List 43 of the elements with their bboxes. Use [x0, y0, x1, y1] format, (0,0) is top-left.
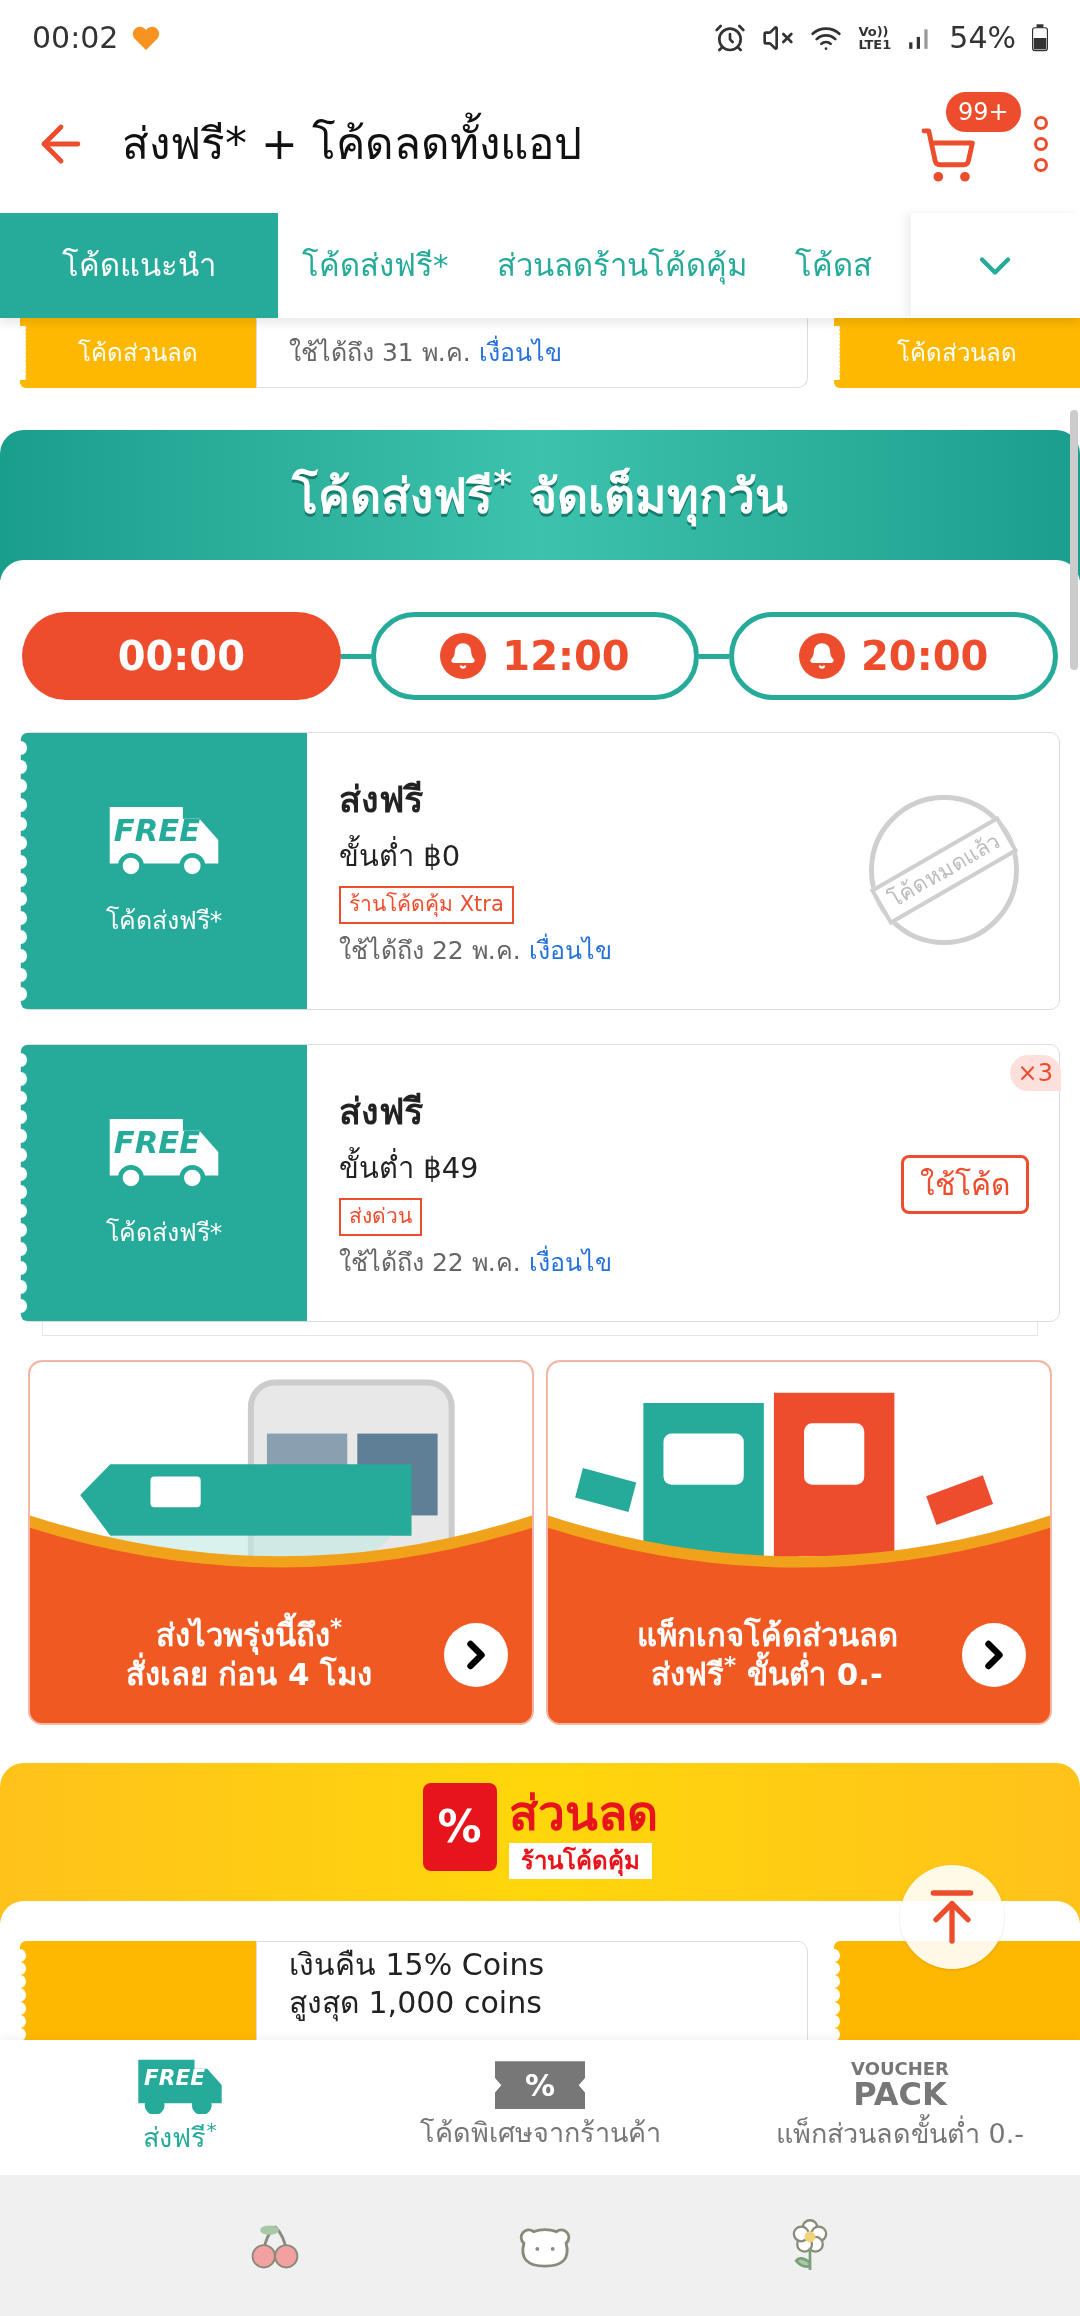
lte-label: LTE1 — [858, 37, 892, 51]
voucher-subtitle: สูงสุด 1,000 coins — [289, 1983, 543, 2021]
valid-until: ใช้ได้ถึง 22 พ.ค. — [339, 1246, 521, 1279]
promo-card[interactable]: แพ็กเกจโค้ดส่วนลด ส่งฟรี$^{*}$ ขั้นต่ำ 0.- — [546, 1360, 1052, 1725]
voucher-title: เงินคืน 15% Coins — [289, 1946, 546, 1984]
banner-subtitle: ร้านโค้ดคุ้ม — [508, 1843, 652, 1879]
cart-badge: 99+ — [944, 90, 1023, 134]
terms-link[interactable]: เงื่อนไข — [528, 1243, 612, 1282]
category-tab[interactable]: โค้ดส — [770, 213, 911, 318]
voucher-tag: ร้านโค้ดคุ้ม Xtra — [339, 886, 514, 924]
voucher-title: ส่งฟรี — [339, 777, 423, 822]
battery-percent: 54% — [949, 19, 1016, 57]
quantity-badge: ×3 — [1009, 1055, 1061, 1091]
promo-card[interactable]: ส่งไวพรุ่งนี้ถึง$^{*}$ สั่งเลย ก่อน 4 โมง — [28, 1360, 534, 1725]
bottom-tab[interactable]: VOUCHER PACK แพ็กส่วนลดขั้นต่ำ 0.- — [720, 2040, 1080, 2175]
time-slot-tab[interactable]: 12:00 — [370, 612, 700, 700]
more-button[interactable] — [1034, 116, 1048, 172]
banner-title: ส่วนลด — [508, 1784, 658, 1843]
bottom-tab[interactable]: FREE ส่งฟรี$^{*}$ — [0, 2040, 360, 2175]
time-slot-tab[interactable]: 00:00 — [22, 612, 341, 700]
category-tab[interactable]: โค้ดแนะนำ — [0, 213, 278, 318]
min-spend: ขั้นต่ำ ฿49 — [339, 1146, 479, 1191]
voucher-tag: ส่งด่วน — [339, 1198, 422, 1236]
ticket-icon: % — [495, 2061, 585, 2110]
voucher-title: ส่งฟรี — [339, 1089, 423, 1134]
clock: 00:02 — [32, 19, 119, 57]
voucher-pack-icon: VOUCHER PACK — [851, 2060, 949, 2111]
terms-link[interactable]: เงื่อนไข — [528, 931, 612, 970]
category-tab[interactable]: ส่วนลดร้านโค้ดคุ้ม — [472, 213, 771, 318]
page-title: ส่งฟรี* + โค้ดลดทั้งแอป — [122, 111, 918, 177]
stub-label: โค้ดส่งฟรี* — [105, 1217, 223, 1250]
category-tab[interactable]: โค้ดส่งฟรี* — [278, 213, 473, 318]
battery-icon — [1032, 23, 1048, 52]
shop-discount-icon: % — [422, 1783, 497, 1871]
terms-link[interactable]: เงื่อนไข — [478, 333, 562, 372]
min-spend: ขั้นต่ำ ฿0 — [339, 834, 461, 879]
valid-until: ใช้ได้ถึง 31 พ.ค. — [289, 336, 471, 369]
valid-until: ใช้ได้ถึง 22 พ.ค. — [339, 934, 521, 967]
time-slot-tab[interactable]: 20:00 — [729, 612, 1058, 700]
volte-label: Vo)) — [858, 24, 890, 38]
stub-label: โค้ดส่งฟรี* — [105, 905, 223, 938]
use-code-button[interactable]: ใช้โค้ด — [901, 1155, 1029, 1214]
bottom-tab[interactable]: % โค้ดพิเศษจากร้านค้า — [360, 2040, 720, 2175]
